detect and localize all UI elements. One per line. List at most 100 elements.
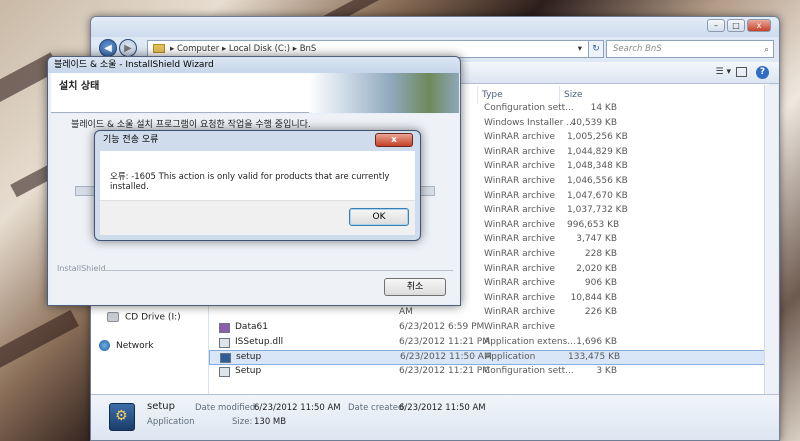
file-type: WinRAR archive [484,322,556,332]
view-options-icon[interactable]: ☰ ▾ [716,67,731,77]
file-date: 6/23/2012 11:21 PM [399,336,490,347]
file-size: 1,037,732 KB [567,205,628,216]
details-date-modified-label: Date modified: [195,403,259,413]
nav-item-network[interactable]: Network [99,340,154,351]
file-size: 3 KB [596,365,617,376]
breadcrumb-computer[interactable]: Computer [177,44,219,54]
file-size: 2,020 KB [576,263,617,274]
preview-pane-icon[interactable] [736,67,747,77]
file-type: Application [485,352,536,363]
wizard-title: 블레이드 & 소울 - InstallShield Wizard [48,57,460,73]
details-pane: setup Application Date modified: 6/23/20… [91,394,779,440]
file-date: 6/23/2012 11:21 PM [399,365,490,376]
details-name: setup [147,401,175,412]
file-type: WinRAR archive [484,249,556,259]
minimize-icon[interactable]: – [707,19,725,32]
file-type: WinRAR archive [484,161,556,172]
file-size: 1,696 KB [576,336,617,347]
breadcrumb-separator: ▸ [292,44,300,54]
explorer-titlebar: – □ x [91,17,779,37]
file-size: 1,046,556 KB [567,176,628,186]
nav-item-label: Network [116,341,154,351]
file-size: 996,653 KB [567,219,620,230]
file-type: Windows Installer ... [484,117,575,128]
file-type: WinRAR archive [484,292,556,303]
file-size: 1,048,348 KB [567,161,628,172]
breadcrumb-separator: ▸ [170,44,177,54]
file-date: AM [399,307,413,318]
cancel-button[interactable]: 취소 [384,278,446,296]
wizard-banner-image [309,73,459,113]
file-type: WinRAR archive [484,205,556,216]
file-size: 1,047,670 KB [567,190,628,201]
error-message: 오류: -1605 This action is only valid for … [110,172,390,192]
file-size: 1,044,829 KB [567,146,628,157]
wallpaper-stroke [0,309,79,369]
scrollbar[interactable] [764,85,778,395]
file-type: WinRAR archive [484,132,556,143]
file-name: ISSetup.dll [235,336,284,347]
file-date: 6/23/2012 11:50 AM [400,352,492,363]
file-type: WinRAR archive [484,219,556,230]
file-type: WinRAR archive [484,146,556,157]
file-type: WinRAR archive [484,190,556,201]
divider [103,270,453,271]
close-icon: x [391,135,397,145]
details-size: 130 MB [254,417,287,427]
ok-button[interactable]: OK [349,208,409,226]
wizard-status-text: 블레이드 & 소울 설치 프로그램이 요청한 작업을 수행 중입니다. [71,120,311,130]
table-row[interactable]: setup 6/23/2012 11:50 AM Application 133,47… [209,350,769,365]
breadcrumb-local-disk[interactable]: Local Disk (C:) [229,44,290,54]
help-icon[interactable]: ? [756,66,769,79]
dialog-body: 오류: -1605 This action is only valid for … [100,151,415,200]
file-size: 10,844 KB [570,292,617,303]
file-size: 228 KB [584,249,617,259]
setup-app-icon [109,403,135,431]
maximize-icon[interactable]: □ [727,19,745,32]
file-type: Configuration sett... [484,103,574,113]
breadcrumb-bns[interactable]: BnS [300,44,317,54]
file-type: Configuration sett... [484,365,574,376]
dialog-close-button[interactable]: x [375,133,413,147]
file-type: Application extens... [484,336,576,347]
nav-item-cd-drive[interactable]: CD Drive (I:) [107,312,181,323]
file-size: 226 KB [584,307,617,318]
address-dropdown-icon[interactable]: ▾ [578,41,582,57]
folder-icon [153,44,165,53]
file-size: 133,475 KB [568,352,621,363]
back-button[interactable]: ◀ [99,39,117,57]
network-icon [99,340,110,351]
file-date: 6/23/2012 6:59 PM [399,322,485,332]
file-name: Setup [235,365,262,376]
file-size: 3,747 KB [576,234,617,245]
table-row[interactable]: ISSetup.dll 6/23/2012 11:21 PM Application… [209,336,769,351]
wizard-header-title: 설치 상태 [59,81,100,92]
search-input[interactable]: Search BnS ⌕ [606,40,774,58]
file-size: 906 KB [584,278,617,289]
close-icon[interactable]: x [747,19,771,32]
details-kind: Application [147,417,195,427]
file-type: WinRAR archive [484,307,556,318]
window-controls: – □ x [707,19,771,32]
details-date-created: 6/23/2012 11:50 AM [399,403,486,413]
refresh-button[interactable]: ↻ [588,40,604,58]
table-row[interactable]: Data61 6/23/2012 6:59 PM WinRAR archive [209,321,769,336]
search-icon: ⌕ [764,45,769,55]
file-size: 14 KB [590,103,617,113]
details-date-created-label: Date created: [348,403,407,413]
dialog-title: 기능 전송 오류 [103,135,159,145]
dialog-footer: OK [100,200,415,235]
error-dialog: 기능 전송 오류 x 오류: -1605 This action is only… [94,130,421,241]
file-type: WinRAR archive [484,176,556,186]
breadcrumb-separator: ▸ [221,44,229,54]
forward-button[interactable]: ▶ [119,39,137,57]
disc-icon [107,312,119,322]
table-row[interactable]: AM WinRAR archive 226 KB [209,306,769,321]
installshield-brand: InstallShield [57,264,106,273]
file-type: WinRAR archive [484,278,556,289]
details-date-modified: 6/23/2012 11:50 AM [254,403,341,413]
wizard-header: 설치 상태 [51,73,459,113]
file-name: setup [236,352,262,363]
file-size: 1,005,256 KB [567,132,628,143]
table-row[interactable]: Setup 6/23/2012 11:21 PM Configuration set… [209,365,769,380]
